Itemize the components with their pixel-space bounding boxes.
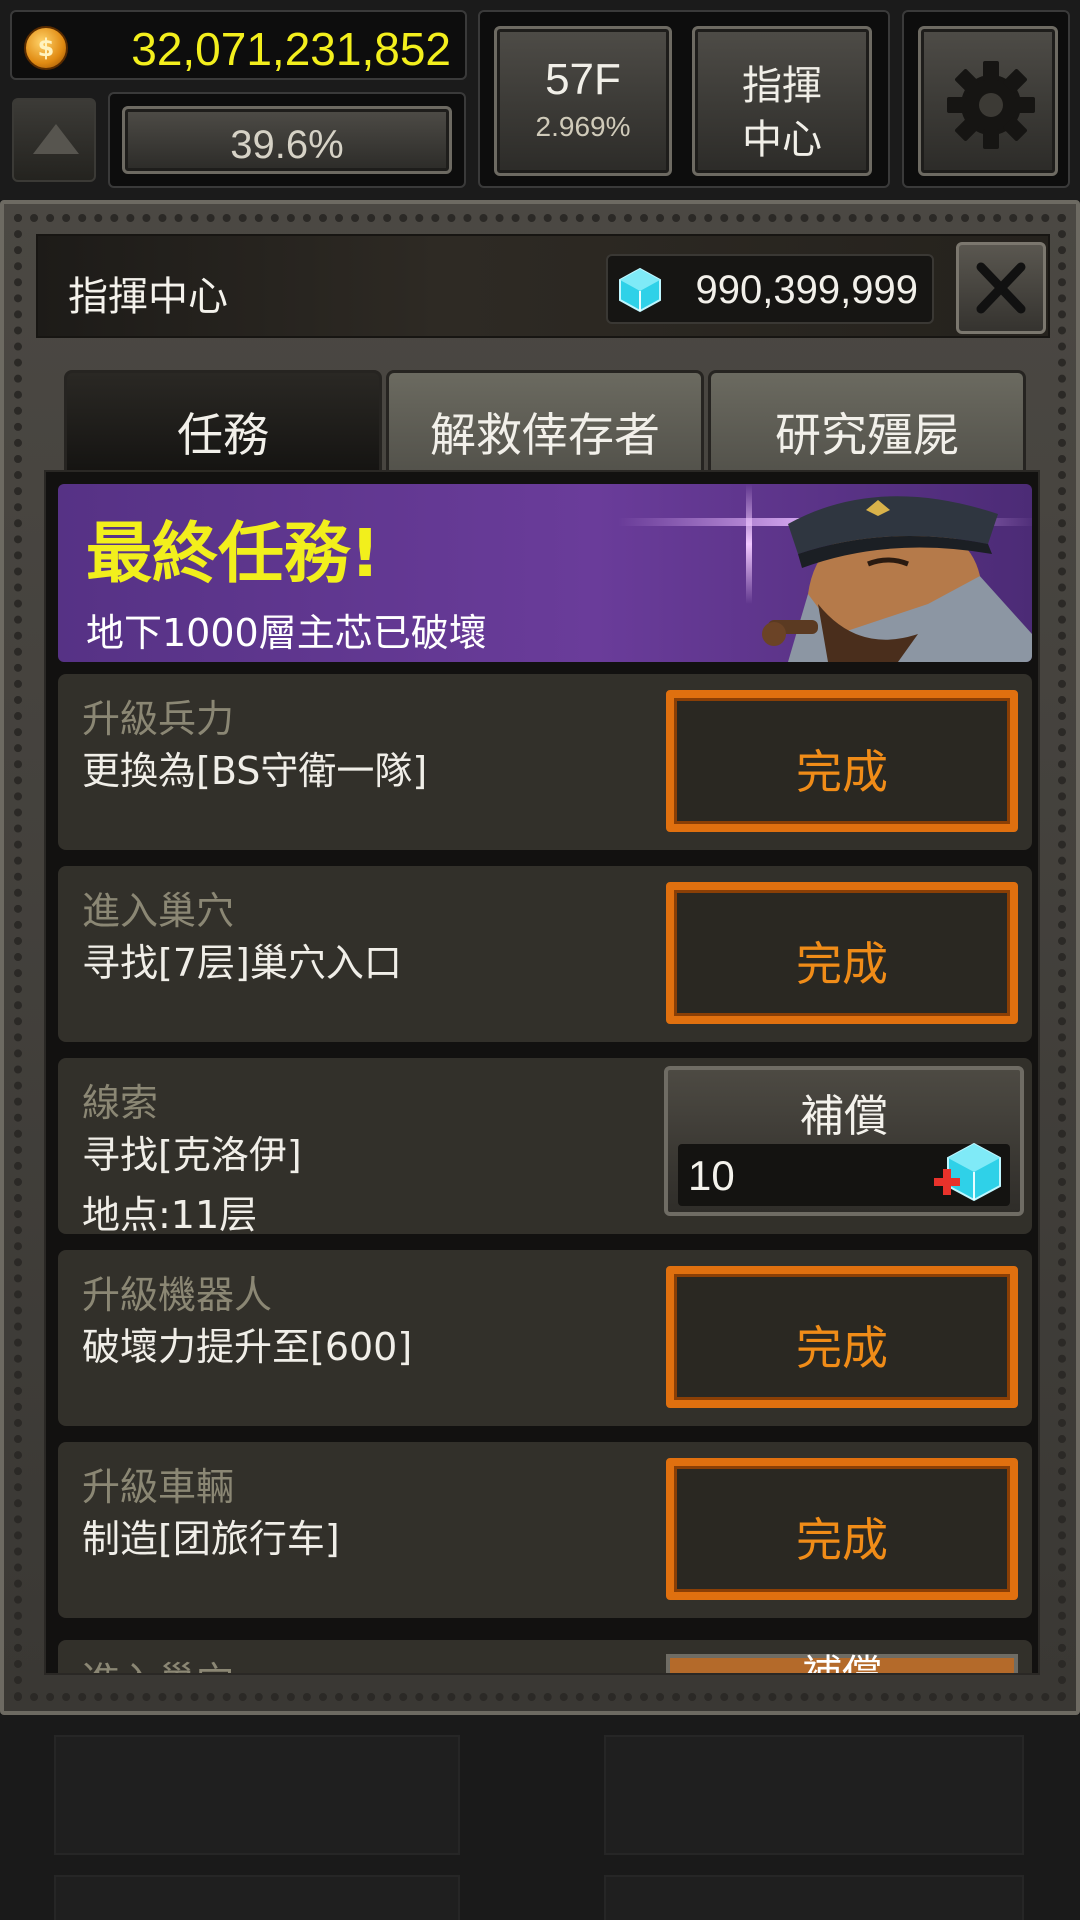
floor-label: 57F [545, 55, 621, 104]
gold-amount: 32,071,231,852 [131, 23, 451, 75]
floor-panel: 57F 2.969% 指揮 中心 [478, 10, 890, 188]
mission-description: 寻找[7层]巢穴入口 [82, 941, 402, 985]
command-center-line-1: 指揮 [742, 63, 822, 109]
gold-counter: $ 32,071,231,852 [10, 10, 467, 80]
commander-portrait [762, 496, 1032, 662]
panel-title: 指揮中心 [68, 274, 228, 320]
mission-category: 進入巢穴 [82, 889, 235, 933]
gem-cube-plus-icon [934, 1142, 1001, 1202]
compensation-amount: 10 [688, 1152, 735, 1199]
compensation-label: 補償 [800, 1091, 888, 1142]
progress-plate: 39.6% [122, 106, 452, 174]
floor-plate [54, 1875, 460, 1920]
settings-button[interactable] [918, 26, 1058, 176]
mission-location: 地点:11层 [82, 1193, 258, 1237]
mission-category: 進入巢穴 [82, 1650, 234, 1673]
close-icon [976, 262, 1026, 314]
complete-button[interactable]: 完成 [666, 882, 1018, 1024]
progress-percent: 39.6% [230, 123, 344, 167]
mission-category: 升級車輛 [82, 1465, 235, 1509]
progress-box: 39.6% [108, 92, 466, 188]
mission-category: 升級機器人 [82, 1273, 273, 1317]
complete-button-label: 完成 [796, 937, 888, 991]
mission-description: 制造[团旅行车] [82, 1517, 340, 1561]
tab-research-zombies[interactable]: 研究殭屍 [708, 370, 1026, 476]
mission-row-partial: 進入巢穴 補償 [58, 1640, 1032, 1673]
mission-list[interactable]: 最終任務! 地下1000層主芯已破壞 升級兵力 更換為[BS守衛一隊] 完成 進… [44, 470, 1040, 1675]
mission-row: 升級兵力 更換為[BS守衛一隊] 完成 [58, 674, 1032, 850]
mission-row: 進入巢穴 寻找[7层]巢穴入口 完成 [58, 866, 1032, 1042]
compensation-button[interactable]: 補償 10 [664, 1066, 1024, 1216]
gem-counter: 990,399,999 [606, 254, 934, 324]
complete-button[interactable]: 完成 [666, 1458, 1018, 1600]
complete-button[interactable]: 完成 [666, 1266, 1018, 1408]
floor-percent: 2.969% [535, 111, 631, 142]
final-mission-banner: 最終任務! 地下1000層主芯已破壞 [58, 484, 1032, 662]
compensation-button[interactable]: 補償 [666, 1652, 1018, 1673]
mission-row: 升級車輛 制造[团旅行车] 完成 [58, 1442, 1032, 1618]
compensation-label: 補償 [802, 1652, 882, 1675]
tab-research-label: 研究殭屍 [775, 408, 959, 462]
close-button[interactable] [956, 242, 1046, 334]
mission-row: 線索 寻找[克洛伊] 地点:11层 補償 10 [58, 1058, 1032, 1237]
tab-missions[interactable]: 任務 [64, 370, 382, 476]
coin-icon: $ [24, 26, 68, 70]
banner-title: 最終任務! [86, 515, 381, 592]
complete-button[interactable]: 完成 [666, 690, 1018, 832]
tab-rescue-survivors[interactable]: 解救倖存者 [386, 370, 704, 476]
gem-amount: 990,399,999 [695, 268, 918, 312]
mission-row: 升級機器人 破壞力提升至[600] 完成 [58, 1250, 1032, 1426]
game-screen: $ 32,071,231,852 39.6% 57F 2.969% 指揮 中心 [0, 0, 1080, 1920]
command-center-line-2: 中心 [742, 117, 822, 163]
command-center-panel: 指揮中心 990,399,999 任務 解救倖存者 研究殭屍 最終任務! 地下1… [0, 200, 1080, 1715]
compensation-cost: 10 [678, 1142, 1010, 1206]
background-floor [0, 1715, 1080, 1920]
floor-plate [604, 1875, 1024, 1920]
floor-plate [54, 1735, 460, 1855]
mission-description: 破壞力提升至[600] [82, 1325, 413, 1369]
banner-subtitle: 地下1000層主芯已破壞 [86, 611, 487, 655]
settings-panel [902, 10, 1070, 188]
top-hud: $ 32,071,231,852 39.6% 57F 2.969% 指揮 中心 [0, 0, 1080, 200]
complete-button-label: 完成 [796, 745, 888, 799]
tab-rescue-label: 解救倖存者 [430, 408, 660, 462]
mission-category: 升級兵力 [82, 697, 235, 741]
panel-header: 指揮中心 990,399,999 [36, 234, 1050, 338]
complete-button-label: 完成 [796, 1513, 888, 1567]
arrow-up-icon [33, 124, 79, 154]
gem-cube-icon [619, 267, 661, 313]
scroll-up-button[interactable] [12, 98, 96, 182]
floor-button[interactable]: 57F 2.969% [494, 26, 672, 176]
tab-missions-label: 任務 [177, 408, 269, 462]
floor-plate [604, 1735, 1024, 1855]
complete-button-label: 完成 [796, 1321, 888, 1375]
command-center-label: 指揮 中心 [695, 59, 869, 167]
command-center-button[interactable]: 指揮 中心 [692, 26, 872, 176]
gear-icon [947, 61, 1035, 149]
mission-description: 寻找[克洛伊] [82, 1133, 302, 1177]
mission-category: 線索 [82, 1081, 159, 1125]
mission-description: 更換為[BS守衛一隊] [82, 749, 428, 793]
